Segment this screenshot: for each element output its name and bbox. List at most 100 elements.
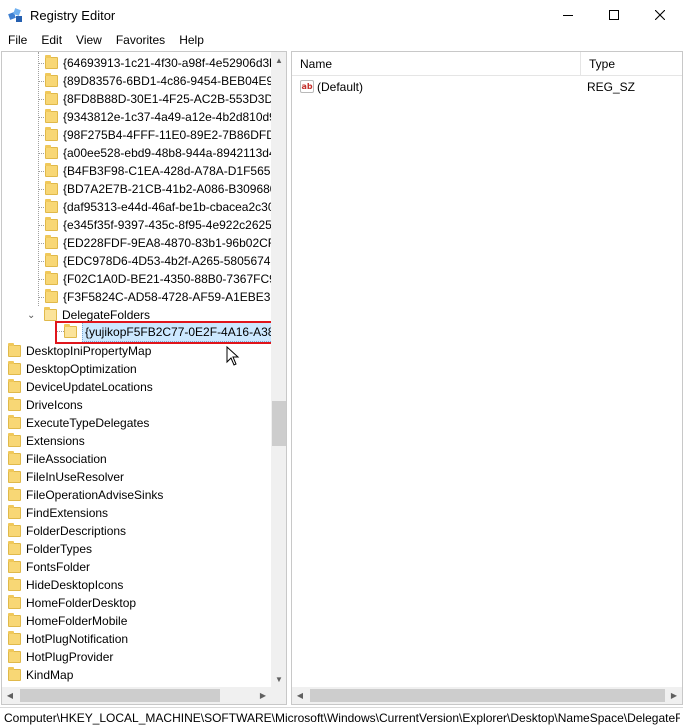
- tree-item[interactable]: FileAssociation: [8, 450, 107, 468]
- folder-icon: [45, 145, 58, 159]
- tree-item[interactable]: HotPlugProvider: [8, 648, 113, 666]
- menu-help[interactable]: Help: [172, 30, 211, 50]
- tree-item-label: FindExtensions: [26, 506, 109, 520]
- values-list-pane[interactable]: Name Type ab (Default) REG_SZ ◀ ▶: [291, 51, 683, 705]
- scroll-up-icon[interactable]: ▲: [271, 52, 286, 68]
- value-row[interactable]: ab (Default) REG_SZ: [292, 78, 682, 96]
- tree-item[interactable]: {EDC978D6-4D53-4b2f-A265-5805674BE568}: [45, 252, 271, 270]
- tree-item[interactable]: FindExtensions: [8, 504, 108, 522]
- tree-item-label: FileInUseResolver: [26, 470, 125, 484]
- tree-item[interactable]: HomeFolderMobile: [8, 612, 127, 630]
- column-header-type[interactable]: Type: [581, 52, 682, 76]
- maximize-button[interactable]: [591, 0, 637, 30]
- tree-item-label: FileAssociation: [26, 452, 107, 466]
- tree-item[interactable]: Extensions: [8, 432, 85, 450]
- folder-icon: [8, 451, 21, 465]
- status-bar: Computer\HKEY_LOCAL_MACHINE\SOFTWARE\Mic…: [0, 707, 683, 728]
- tree-item-label: ExecuteTypeDelegates: [26, 416, 150, 430]
- tree-item-label: FolderTypes: [26, 542, 93, 556]
- tree-item[interactable]: {daf95313-e44d-46af-be1b-cbacea2c3065}: [45, 198, 271, 216]
- tree-horizontal-scrollbar[interactable]: ◀ ▶: [2, 687, 271, 704]
- tree-item[interactable]: {98F275B4-4FFF-11E0-89E2-7B86DFD72085}: [45, 126, 271, 144]
- tree-item[interactable]: FontsFolder: [8, 558, 90, 576]
- tree-item[interactable]: DeviceUpdateLocations: [8, 378, 153, 396]
- key-tree-pane[interactable]: ⌄ DelegateFolders {yujikopF5FB2C77-0E2F-…: [1, 51, 287, 705]
- tree-item[interactable]: DesktopIniPropertyMap: [8, 342, 151, 360]
- folder-icon: [45, 109, 58, 123]
- scrollbar-thumb[interactable]: [272, 401, 286, 446]
- folder-icon: [8, 523, 21, 537]
- folder-icon: [8, 343, 21, 357]
- tree-item[interactable]: {ED228FDF-9EA8-4870-83b1-96b02CFE0D52}: [45, 234, 271, 252]
- tree-item[interactable]: {a00ee528-ebd9-48b8-944a-8942113d46ac}: [45, 144, 271, 162]
- menu-favorites[interactable]: Favorites: [109, 30, 172, 50]
- scroll-down-icon[interactable]: ▼: [271, 671, 286, 687]
- folder-icon: [8, 433, 21, 447]
- menu-bar: File Edit View Favorites Help: [0, 30, 683, 50]
- tree-item-label: KindMap: [26, 668, 74, 682]
- tree-item[interactable]: HotPlugNotification: [8, 630, 128, 648]
- maximize-icon: [609, 10, 619, 20]
- tree-item[interactable]: {8FD8B88D-30E1-4F25-AC2B-553D3D65F0EA}: [45, 90, 271, 108]
- tree-item[interactable]: DesktopOptimization: [8, 360, 137, 378]
- tree-item[interactable]: HideDesktopIcons: [8, 576, 123, 594]
- tree-item[interactable]: FolderDescriptions: [8, 522, 126, 540]
- value-name: (Default): [317, 80, 364, 94]
- scroll-left-icon[interactable]: ◀: [292, 687, 308, 703]
- tree-item[interactable]: DriveIcons: [8, 396, 83, 414]
- folder-icon: [8, 631, 21, 645]
- menu-view[interactable]: View: [69, 30, 109, 50]
- tree-item-label: {e345f35f-9397-435c-8f95-4e922c26259e}: [63, 218, 271, 232]
- close-button[interactable]: [637, 0, 683, 30]
- chevron-down-icon[interactable]: ⌄: [27, 310, 36, 320]
- scroll-right-icon[interactable]: ▶: [666, 687, 682, 703]
- list-horizontal-scrollbar[interactable]: ◀ ▶: [292, 687, 682, 704]
- tree-item[interactable]: FolderTypes: [8, 540, 92, 558]
- folder-icon: [8, 505, 21, 519]
- scroll-right-icon[interactable]: ▶: [255, 687, 271, 703]
- folder-icon: [45, 73, 58, 87]
- scrollbar-thumb[interactable]: [310, 689, 665, 702]
- tree-item-label: {F02C1A0D-BE21-4350-88B0-7367FC96EF3C}: [63, 272, 271, 286]
- tree-item[interactable]: {9343812e-1c37-4a49-a12e-4b2d810d956b}: [45, 108, 271, 126]
- tree-guide-line: [38, 81, 44, 82]
- tree-item[interactable]: FileOperationAdviseSinks: [8, 486, 163, 504]
- tree-item[interactable]: ExecuteTypeDelegates: [8, 414, 149, 432]
- menu-edit[interactable]: Edit: [34, 30, 69, 50]
- tree-item[interactable]: {64693913-1c21-4f30-a98f-4e52906d3b56}: [45, 54, 271, 72]
- tree-item-label: {9343812e-1c37-4a49-a12e-4b2d810d956b}: [63, 110, 271, 124]
- tree-item-label: DriveIcons: [26, 398, 83, 412]
- tree-item[interactable]: KindMap: [8, 666, 73, 684]
- tree-item[interactable]: {BD7A2E7B-21CB-41b2-A086-B309680C6B7E}: [45, 180, 271, 198]
- minimize-button[interactable]: [545, 0, 591, 30]
- tree-item-label: {8FD8B88D-30E1-4F25-AC2B-553D3D65F0EA}: [63, 92, 271, 106]
- tree-item-label: DesktopIniPropertyMap: [26, 344, 152, 358]
- tree-item-label: HomeFolderMobile: [26, 614, 128, 628]
- column-header-name[interactable]: Name: [292, 52, 581, 76]
- scroll-left-icon[interactable]: ◀: [2, 687, 18, 703]
- tree-item[interactable]: FileInUseResolver: [8, 468, 124, 486]
- menu-file[interactable]: File: [0, 30, 34, 50]
- tree-item[interactable]: {F02C1A0D-BE21-4350-88B0-7367FC96EF3C}: [45, 270, 271, 288]
- tree-guide-line: [38, 153, 44, 154]
- scrollbar-thumb[interactable]: [20, 689, 220, 702]
- tree-item[interactable]: {e345f35f-9397-435c-8f95-4e922c26259e}: [45, 216, 271, 234]
- tree-item[interactable]: {B4FB3F98-C1EA-428d-A78A-D1F5659CBA93}: [45, 162, 271, 180]
- tree-item-label: {BD7A2E7B-21CB-41b2-A086-B309680C6B7E}: [63, 182, 271, 196]
- tree-guide-line: [38, 52, 39, 306]
- folder-icon: [8, 667, 21, 681]
- tree-item-label: {F3F5824C-AD58-4728-AF59-A1EBE3392799}: [63, 290, 271, 304]
- folder-icon: [8, 613, 21, 627]
- folder-icon: [45, 271, 58, 285]
- registry-editor-app-icon: [8, 8, 22, 22]
- tree-item-label: {EDC978D6-4D53-4b2f-A265-5805674BE568}: [63, 254, 271, 268]
- tree-item-label: FileOperationAdviseSinks: [26, 488, 164, 502]
- tree-item[interactable]: {89D83576-6BD1-4c86-9454-BEB04E94C819}: [45, 72, 271, 90]
- folder-icon: [45, 127, 58, 141]
- tree-item-label: {ED228FDF-9EA8-4870-83b1-96b02CFE0D52}: [63, 236, 271, 250]
- tree-vertical-scrollbar[interactable]: ▲ ▼: [271, 52, 286, 687]
- tree-guide-line: [38, 171, 44, 172]
- tree-item[interactable]: HomeFolderDesktop: [8, 594, 136, 612]
- list-header: Name Type: [292, 52, 682, 76]
- tree-item[interactable]: {F3F5824C-AD58-4728-AF59-A1EBE3392799}: [45, 288, 271, 306]
